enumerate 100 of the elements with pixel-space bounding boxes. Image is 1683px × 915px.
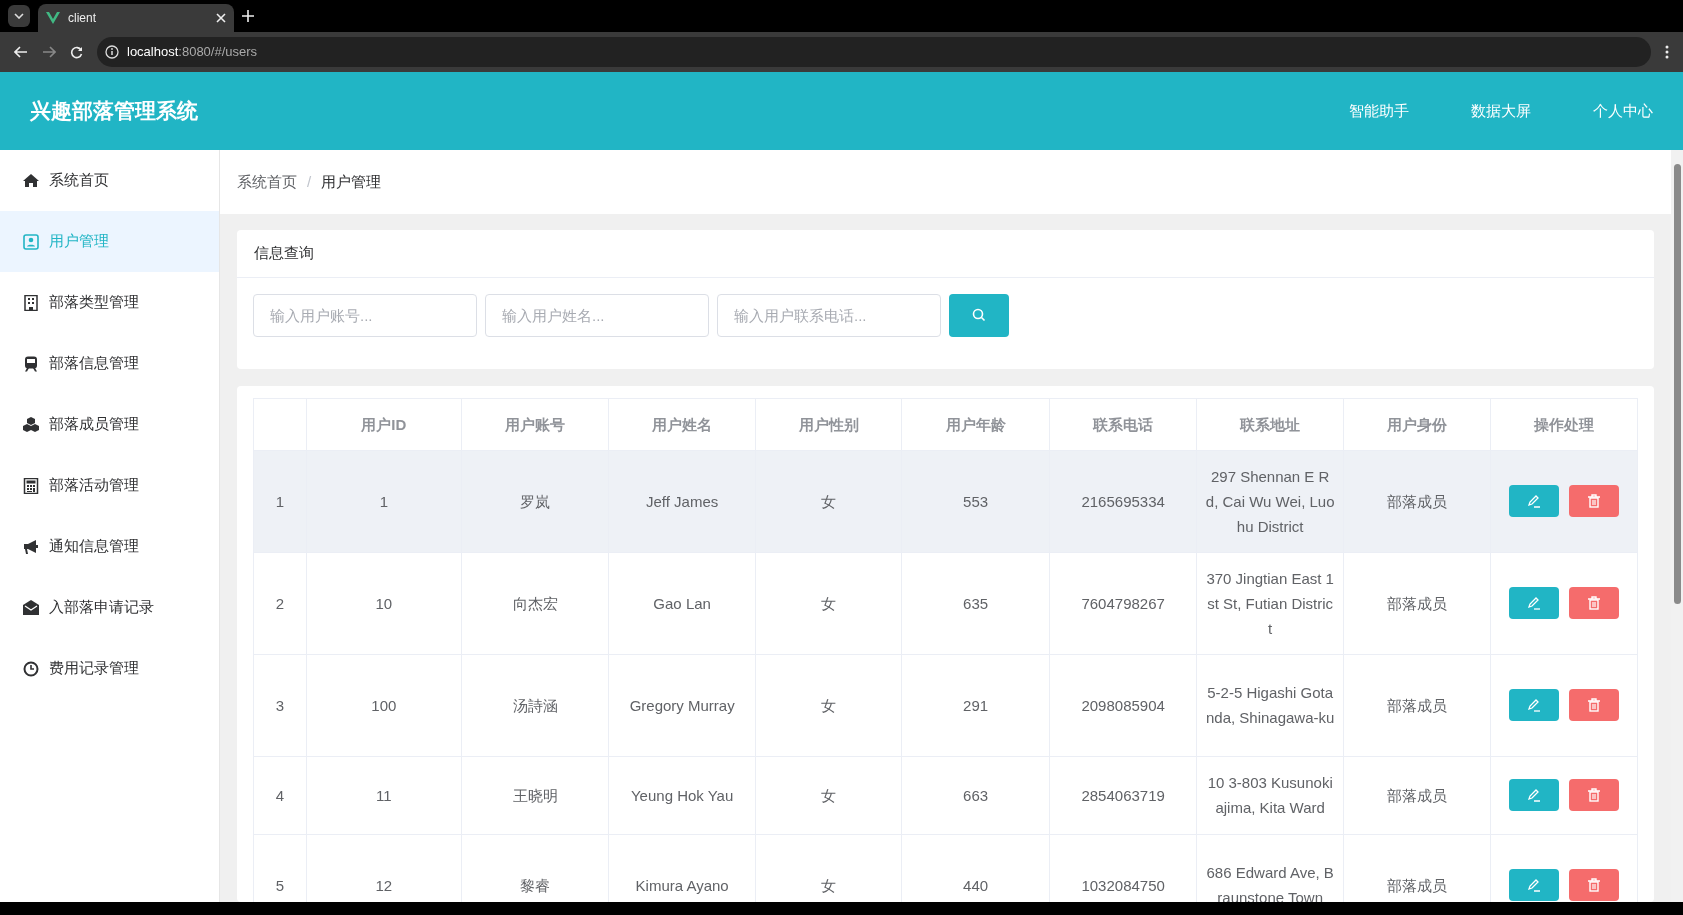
table-cell: 10 3-803 Kusunokiajima, Kita Ward	[1196, 756, 1344, 834]
table-cell: 1	[306, 450, 462, 552]
column-header: 操作处理	[1534, 415, 1595, 433]
table-cell: 部落成员	[1343, 450, 1491, 552]
table-cell: 1	[253, 450, 307, 552]
building-icon	[23, 294, 39, 311]
trash-icon	[1587, 788, 1602, 802]
trash-icon	[1587, 494, 1602, 508]
url-field[interactable]: localhost:8080/#/users	[97, 37, 1651, 67]
column-header: 用户账号	[505, 415, 566, 433]
column-header: 联系地址	[1240, 415, 1301, 433]
reload-icon[interactable]	[70, 45, 83, 59]
search-field[interactable]: 输入用户账号...	[253, 293, 477, 337]
edit-button[interactable]	[1509, 779, 1560, 811]
calculator-icon	[23, 477, 39, 494]
table-row[interactable]: 2 10 向杰宏 Gao Lan 女 635 7604798267 370 Jingtian East 1st St, Futian District 部落成员	[253, 552, 1638, 654]
column-header: 联系电话	[1093, 415, 1154, 433]
sidebar-item[interactable]: 费用记录管理	[0, 638, 219, 699]
breadcrumb-item[interactable]: 系统首页	[237, 170, 297, 194]
table-cell: 7604798267	[1049, 552, 1197, 654]
pencil-icon	[1526, 788, 1543, 802]
table-cell: 100	[306, 654, 462, 756]
table-cell: 635	[901, 552, 1050, 654]
table-cell: Gao Lan	[608, 552, 756, 654]
sidebar-item[interactable]: 通知信息管理	[0, 516, 219, 577]
pencil-icon	[1526, 698, 1543, 712]
panel-title: 信息查询	[237, 230, 1654, 278]
table-cell: 553	[901, 450, 1050, 552]
tab-list-button[interactable]	[8, 5, 30, 27]
column-header: 用户性别	[798, 415, 859, 433]
home-icon	[23, 172, 39, 189]
table-cell: Gregory Murray	[608, 654, 756, 756]
table-cell: 部落成员	[1343, 756, 1491, 834]
pencil-icon	[1526, 878, 1543, 892]
table-cell: 女	[755, 552, 902, 654]
breadcrumb-item: 用户管理	[321, 171, 382, 192]
table-cell: 2098085904	[1049, 654, 1197, 756]
table-cell: 663	[901, 756, 1050, 834]
scrollbar-thumb[interactable]	[1673, 164, 1681, 604]
table-cell: 女	[755, 654, 902, 756]
info-icon	[105, 45, 119, 59]
browser-tab[interactable]: client	[38, 4, 234, 32]
scrollbar[interactable]	[1671, 150, 1683, 902]
table-cell: 2854063719	[1049, 756, 1197, 834]
sidebar-item[interactable]: 入部落申请记录	[0, 577, 219, 638]
v-logo-icon	[46, 12, 60, 24]
table-cell: Jeff James	[608, 450, 756, 552]
table-cell: 王晓明	[461, 756, 609, 834]
new-tab-icon[interactable]	[242, 10, 254, 22]
pencil-icon	[1526, 494, 1543, 508]
column-header: 用户姓名	[652, 415, 713, 433]
cubes-icon	[23, 416, 39, 433]
delete-button[interactable]	[1569, 587, 1620, 619]
edit-button[interactable]	[1509, 485, 1560, 517]
delete-button[interactable]	[1569, 779, 1620, 811]
table-cell: 3	[253, 654, 307, 756]
megaphone-icon	[23, 538, 39, 555]
search-button[interactable]	[949, 293, 1009, 337]
column-header: 用户ID	[361, 415, 407, 433]
column-header: 用户年龄	[945, 415, 1006, 433]
sidebar-item[interactable]: 部落信息管理	[0, 333, 219, 394]
sidebar-item[interactable]: 部落类型管理	[0, 272, 219, 333]
edit-button[interactable]	[1509, 587, 1560, 619]
envelope-icon	[23, 599, 39, 616]
search-field[interactable]: 输入用户联系电话...	[717, 293, 941, 337]
edit-button[interactable]	[1509, 689, 1560, 721]
back-icon[interactable]	[14, 46, 28, 58]
table-cell: 汤詩涵	[461, 654, 609, 756]
breadcrumb-separator: /	[307, 171, 312, 192]
more-icon[interactable]	[1665, 45, 1669, 59]
table-row[interactable]: 4 11 王晓明 Yeung Hok Yau 女 663 2854063719 10 3-803 Kusunokiajima, Kita Ward 部落成员	[253, 756, 1638, 834]
table-cell: 女	[755, 450, 902, 552]
search-field[interactable]: 输入用户姓名...	[485, 293, 709, 337]
table-cell: 向杰宏	[461, 552, 609, 654]
table-cell: 2	[253, 552, 307, 654]
table-cell: 罗岚	[461, 450, 609, 552]
close-icon[interactable]	[216, 13, 226, 23]
table-cell: Yeung Hok Yau	[608, 756, 756, 834]
table-cell: 部落成员	[1343, 654, 1491, 756]
table-cell: 291	[901, 654, 1050, 756]
table-cell: 297 Shennan E Rd, Cai Wu Wei, Luohu District	[1196, 450, 1344, 552]
trash-icon	[1587, 878, 1602, 892]
table-cell: 370 Jingtian East 1st St, Futian District	[1196, 552, 1344, 654]
user-card-icon	[23, 233, 39, 250]
sidebar-item[interactable]: 系统首页	[0, 150, 219, 211]
delete-button[interactable]	[1569, 485, 1620, 517]
chevron-down-icon	[14, 13, 24, 19]
clock-icon	[23, 660, 39, 677]
delete-button[interactable]	[1569, 869, 1620, 901]
table-cell: 部落成员	[1343, 552, 1491, 654]
sidebar-item[interactable]: 部落活动管理	[0, 455, 219, 516]
table-row[interactable]: 1 1 罗岚 Jeff James 女 553 2165695334 297 Shennan E Rd, Cai Wu Wei, Luohu District 部落成员	[253, 450, 1638, 552]
table-row[interactable]: 3 100 汤詩涵 Gregory Murray 女 291 2098085904 5-2-5 Higashi Gotanda, Shinagawa-ku 部落成员	[253, 654, 1638, 756]
delete-button[interactable]	[1569, 689, 1620, 721]
edit-button[interactable]	[1509, 869, 1560, 901]
trash-icon	[1587, 596, 1602, 610]
forward-icon[interactable]	[42, 46, 56, 58]
tab-title: client	[68, 10, 97, 27]
table-cell: 11	[306, 756, 462, 834]
sidebar-item[interactable]: 部落成员管理	[0, 394, 219, 455]
